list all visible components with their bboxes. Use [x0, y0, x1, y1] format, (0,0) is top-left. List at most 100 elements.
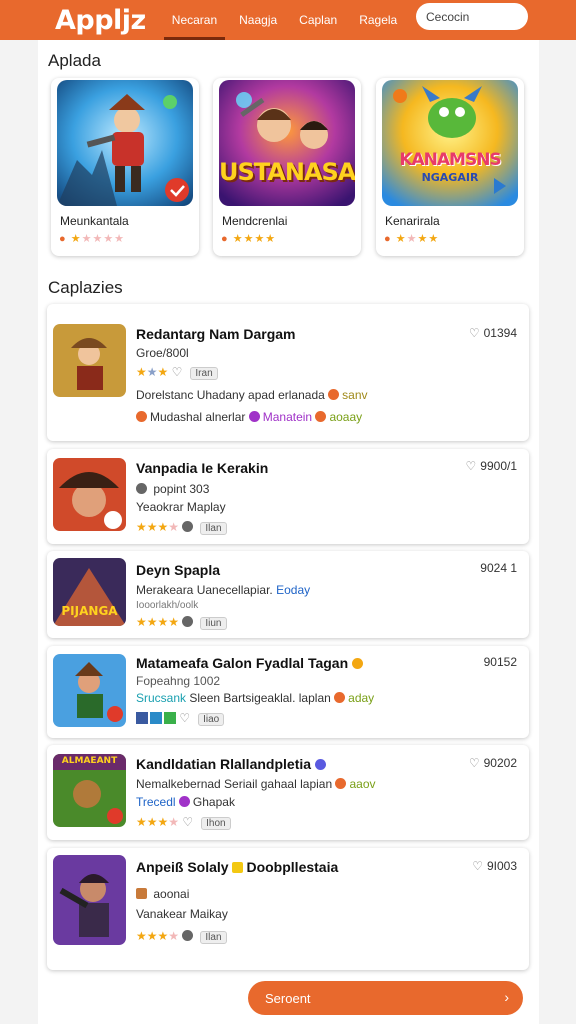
list-item[interactable]: Matameafa Galon Fyadlal Tagan 90152 Fope… — [47, 646, 529, 738]
list-item-title: Deyn Spapla — [136, 562, 221, 578]
share-icon[interactable] — [150, 712, 162, 724]
heart-icon[interactable]: ♡ — [182, 815, 193, 829]
meta-tag-2: aoaay — [329, 410, 363, 424]
tab-necaran[interactable]: Necaran — [161, 0, 228, 40]
item-subtitle: Merakeara Uanecellapiar. Eoday — [136, 583, 310, 597]
description-text: Ghapak — [192, 795, 235, 809]
like-count-value: 9I003 — [486, 859, 517, 873]
whatsapp-icon[interactable] — [164, 712, 176, 724]
list-item[interactable]: ALMAEANT Kandldatian Rlallandpletia ♡ 902… — [47, 745, 529, 840]
like-count: 9024 1 — [480, 561, 517, 575]
item-chip: Iiao — [198, 713, 225, 726]
tab-naagja[interactable]: Naagja — [228, 0, 288, 40]
emoji-icon — [352, 658, 364, 669]
badge-icon — [248, 411, 260, 422]
featured-art-subtext: NGAGAIR — [421, 171, 479, 184]
subtitle-link[interactable]: Eoday — [276, 583, 310, 597]
item-description: Trecedl Ghapak — [136, 795, 235, 809]
description-link[interactable]: Srucsank — [136, 691, 186, 705]
description-text: Dorelstanc Uhadany apad erlanada — [136, 388, 325, 402]
heart-icon[interactable]: ♡ — [472, 859, 483, 873]
heart-icon[interactable]: ♡ — [466, 459, 477, 473]
search-input[interactable]: Cecocin — [416, 3, 528, 30]
item-chip: Ilan — [200, 931, 227, 944]
rating-stars: ● ★★★★ — [384, 233, 440, 245]
title-text: Kandldatian Rlallandpletia — [136, 756, 312, 772]
verified-icon — [314, 759, 326, 770]
description-tag: sanv — [342, 388, 368, 402]
featured-card[interactable]: USTANASA Mendcrenlai ● ★★★★ — [213, 78, 361, 256]
item-chip: Ihon — [201, 817, 231, 830]
tab-caplan[interactable]: Caplan — [288, 0, 348, 40]
search-value: Cecocin — [426, 9, 470, 24]
app-icon-text: PIJANGA — [61, 604, 118, 618]
like-count: ♡ 90202 — [469, 756, 517, 770]
heart-icon[interactable]: ♡ — [469, 756, 480, 770]
list-item[interactable]: Redantarg Nam Dargam ♡ 01394 Groe/800l ★★… — [47, 304, 529, 441]
rating-row: ★★★★ Ilan — [136, 520, 227, 535]
check-icon — [182, 616, 194, 627]
facebook-icon[interactable] — [136, 712, 148, 724]
primary-action-label: Seroent — [265, 990, 311, 1006]
featured-art-text: KANAMSNS — [399, 150, 501, 170]
rating-row: ★★★ ♡ Iran — [136, 365, 218, 380]
flame-icon — [334, 692, 346, 703]
subtitle-tag: aaov — [349, 777, 376, 791]
like-count-value: 9024 1 — [480, 561, 517, 575]
heart-icon[interactable]: ♡ — [172, 365, 183, 379]
flame-icon — [315, 411, 327, 422]
subtitle-text: Merakeara Uanecellapiar. — [136, 583, 273, 597]
item-description: Dorelstanc Uhadany apad erlanada sanv — [136, 388, 368, 402]
primary-action-button[interactable]: Seroent › — [248, 981, 523, 1015]
item-chip: Ilan — [200, 522, 227, 535]
item-description: Srucsank Sleen Bartsigeaklal. laplan ada… — [136, 691, 374, 705]
featured-card[interactable]: KANAMSNS NGAGAIR Kenarirala ● ★★★★ — [376, 78, 524, 256]
app-icon — [53, 855, 126, 945]
like-count-value: 01394 — [483, 326, 517, 340]
rating-row: ★★★★ Ilan — [136, 929, 227, 944]
rating-row: ★★★★ Iiun — [136, 615, 227, 630]
featured-art-text: USTANASA — [219, 158, 355, 186]
list-item[interactable]: Anpeiß Solaly Doobpllestaia ♡ 9I003 aoona… — [47, 848, 529, 970]
heart-icon[interactable]: ♡ — [179, 711, 190, 725]
meta-text: Mudashal alnerlar — [150, 410, 246, 424]
list-item[interactable]: Vanpadia Ie Kerakin ♡ 9900/1 popint 303 Y… — [47, 449, 529, 544]
app-logo[interactable]: Appljz — [55, 5, 146, 36]
item-meta: Mudashal alnerlar Manatein aoaay — [136, 410, 362, 424]
folder-icon — [232, 862, 244, 873]
item-subtitle: popint 303 — [136, 482, 209, 496]
rating-row: ★★★★ ♡ Ihon — [136, 815, 231, 830]
like-count-value: 90202 — [483, 756, 517, 770]
item-description: Yeaokrar Maplay — [136, 500, 226, 514]
like-count: ♡ 9900/1 — [466, 459, 517, 473]
tab-ragela[interactable]: Ragela — [348, 0, 408, 40]
list-section-title: Caplazies — [48, 278, 123, 297]
app-icon — [53, 654, 126, 727]
flame-icon — [328, 389, 340, 400]
description-link[interactable]: Trecedl — [136, 795, 176, 809]
app-icon: ALMAEANT — [53, 754, 126, 827]
item-description: Iooorlakh/oolk — [136, 600, 199, 611]
check-icon — [182, 521, 194, 532]
list-item-title: Matameafa Galon Fyadlal Tagan — [136, 655, 366, 671]
featured-image: USTANASA — [219, 80, 355, 206]
list-item-title: Anpeiß Solaly Doobpllestaia — [136, 859, 338, 875]
item-description: Vanakear Maikay — [136, 907, 228, 921]
heart-icon[interactable]: ♡ — [469, 326, 480, 340]
item-subtitle: Groe/800l — [136, 346, 189, 360]
flame-icon — [335, 778, 347, 789]
like-count: ♡ 9I003 — [472, 859, 517, 873]
featured-name: Mendcrenlai — [222, 214, 288, 228]
chevron-right-icon: › — [504, 989, 509, 1005]
featured-card[interactable]: Meunkantala ● ★★★★★ — [51, 78, 199, 256]
app-icon-text: ALMAEANT — [61, 756, 118, 766]
featured-image — [57, 80, 193, 206]
subtitle-text: Nemalkebernad Seriail gahaal lapian — [136, 777, 333, 791]
list-item[interactable]: PIJANGA Deyn Spapla 9024 1 Merakeara Uan… — [47, 551, 529, 638]
item-subtitle: Nemalkebernad Seriail gahaal lapian aaov — [136, 777, 376, 791]
app-icon: PIJANGA — [53, 558, 126, 626]
title-text-2: Doobpllestaia — [246, 859, 339, 875]
title-text: Matameafa Galon Fyadlal Tagan — [136, 655, 349, 671]
like-count-value: 9900/1 — [480, 459, 517, 473]
main-nav: Necaran Naagja Caplan Ragela — [161, 0, 408, 40]
